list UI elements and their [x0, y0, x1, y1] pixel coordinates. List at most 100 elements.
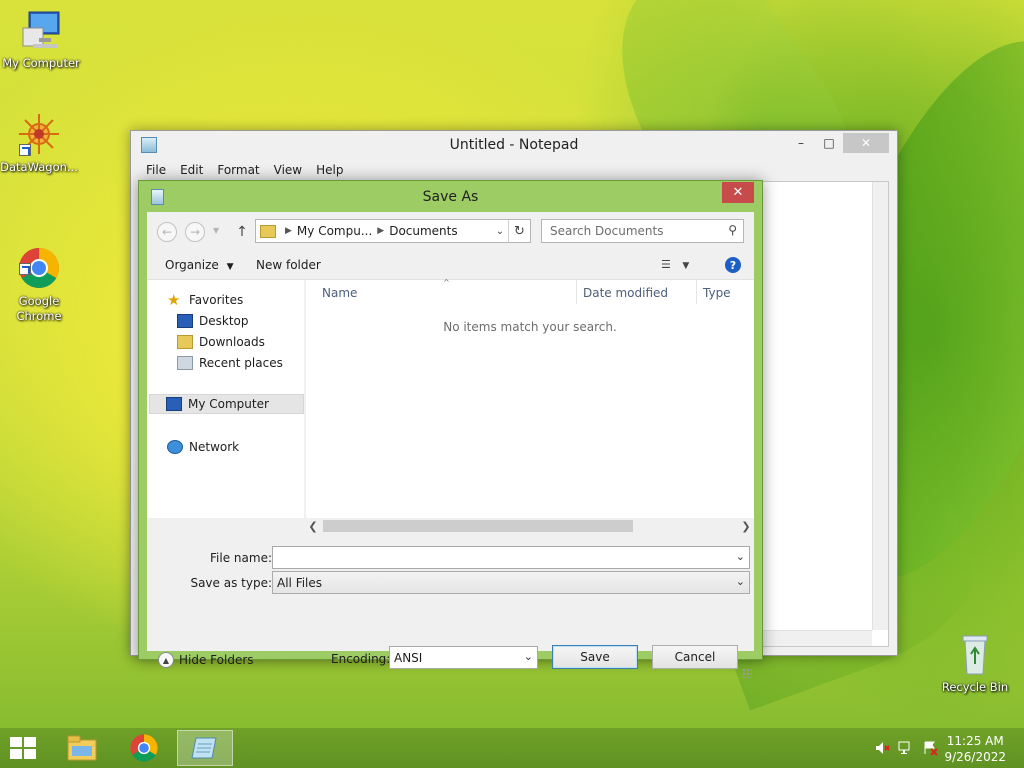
search-input[interactable]: Search Documents ⚲ [541, 219, 744, 243]
sort-indicator-icon: ^ [443, 278, 450, 287]
menu-format[interactable]: Format [210, 161, 266, 181]
hide-folders-label: Hide Folders [179, 653, 254, 667]
notepad-title-bar[interactable]: Untitled - Notepad – □ ✕ [131, 131, 897, 161]
nav-label: Network [189, 440, 240, 454]
recent-locations-button[interactable]: ▼ [213, 226, 219, 235]
file-list[interactable]: Name ^ Date modified Type No items match… [306, 278, 754, 530]
nav-recent-places[interactable]: Recent places [177, 353, 283, 373]
taskbar-notepad[interactable] [177, 730, 233, 766]
forward-button[interactable]: → [185, 222, 205, 242]
nav-favorites[interactable]: ★ Favorites [167, 290, 243, 310]
chevron-down-icon[interactable]: ⌄ [736, 550, 745, 563]
action-center-icon[interactable] [922, 740, 938, 759]
dialog-title-bar[interactable]: Save As ✕ [139, 181, 762, 212]
nav-desktop[interactable]: Desktop [177, 311, 249, 331]
dialog-close-button[interactable]: ✕ [722, 182, 754, 203]
volume-muted-icon[interactable] [874, 740, 890, 759]
desktop-icon-recycle-bin[interactable]: Recycle Bin [934, 632, 1016, 695]
desktop-icon-my-computer[interactable]: My Computer [0, 8, 82, 71]
start-button[interactable] [10, 737, 38, 761]
dialog-body: ← → ▼ ↑ ▶ My Compu... ▶ Documents ⌄ ↻ Se… [147, 212, 754, 678]
clock-time: 11:25 AM [946, 734, 1004, 748]
up-button[interactable]: ↑ [233, 222, 251, 242]
empty-message: No items match your search. [443, 320, 617, 334]
arrow-left-icon: ← [161, 225, 173, 239]
file-list-horizontal-scrollbar[interactable]: ❮ ❯ [147, 518, 754, 534]
close-button[interactable]: ✕ [843, 133, 889, 153]
windows-logo-icon [10, 737, 22, 747]
desktop-icon-label: Recycle Bin [941, 680, 1009, 694]
clock-date: 9/26/2022 [944, 750, 1006, 764]
nav-label: Favorites [189, 293, 244, 307]
shortcut-arrow-icon [19, 263, 31, 275]
notepad-vertical-scrollbar[interactable] [872, 182, 888, 630]
nav-my-computer[interactable]: My Computer [149, 394, 304, 414]
scroll-left-icon[interactable]: ❮ [305, 518, 321, 534]
desktop-icon-datawagon[interactable]: DataWagon... [0, 112, 80, 175]
breadcrumb-documents[interactable]: Documents [389, 224, 457, 238]
column-separator [576, 280, 577, 304]
column-header-name[interactable]: Name [322, 286, 357, 306]
menu-help[interactable]: Help [309, 161, 350, 181]
save-button[interactable]: Save [552, 645, 638, 669]
nav-network[interactable]: Network [167, 437, 239, 457]
chevron-down-icon: ⌄ [735, 575, 745, 588]
search-placeholder: Search Documents [550, 224, 664, 238]
desktop-icon-label: My Computer [2, 56, 80, 70]
notepad-menu-bar: File Edit Format View Help [131, 161, 897, 181]
nav-downloads[interactable]: Downloads [177, 332, 265, 352]
scrollbar-thumb[interactable] [323, 520, 633, 532]
chevron-down-icon: ▼ [682, 261, 690, 271]
file-name-input[interactable]: ⌄ [272, 546, 750, 569]
minimize-button[interactable]: – [787, 133, 815, 153]
nav-label: Desktop [199, 314, 249, 328]
menu-edit[interactable]: Edit [173, 161, 210, 181]
taskbar-chrome[interactable] [116, 730, 172, 766]
organize-label: Organize [165, 258, 219, 272]
notepad-icon [191, 737, 217, 759]
system-clock[interactable]: 11:25 AM 9/26/2022 [944, 733, 1006, 765]
change-view-button[interactable]: ☰ ▼ [661, 258, 689, 271]
datawagon-logo-icon [17, 112, 61, 156]
help-icon[interactable]: ? [725, 257, 741, 273]
menu-view[interactable]: View [267, 161, 309, 181]
notepad-title: Untitled - Notepad [449, 137, 579, 153]
save-as-type-value: All Files [277, 576, 323, 590]
scroll-right-icon[interactable]: ❯ [738, 518, 754, 534]
taskbar-file-explorer[interactable] [54, 730, 110, 766]
encoding-select[interactable]: ANSI ⌄ [389, 646, 538, 669]
shortcut-arrow-icon [19, 144, 31, 156]
cancel-button[interactable]: Cancel [652, 645, 738, 669]
dialog-toolbar: Organize ▼ New folder ☰ ▼ ? [147, 250, 754, 280]
menu-file[interactable]: File [139, 161, 173, 181]
save-as-type-row: Save as type: All Files ⌄ [147, 571, 754, 595]
new-folder-button[interactable]: New folder [256, 258, 321, 272]
chevron-down-icon[interactable]: ⌄ [492, 220, 508, 242]
taskbar: 11:25 AM 9/26/2022 [0, 728, 1024, 768]
desktop-icon-google-chrome[interactable]: Google Chrome [0, 216, 80, 339]
computer-icon [166, 397, 182, 411]
encoding-label: Encoding: [331, 652, 391, 666]
address-row: ← → ▼ ↑ ▶ My Compu... ▶ Documents ⌄ ↻ Se… [147, 212, 754, 250]
hide-folders-button[interactable]: ▲ Hide Folders [158, 652, 254, 668]
back-button[interactable]: ← [157, 222, 177, 242]
nav-label: Downloads [199, 335, 265, 349]
breadcrumb-my-computer[interactable]: My Compu... [297, 224, 372, 238]
save-as-type-label: Save as type: [190, 576, 272, 590]
dialog-title: Save As [422, 189, 479, 205]
column-separator [696, 280, 697, 304]
refresh-button[interactable]: ↻ [508, 220, 530, 242]
save-as-type-select[interactable]: All Files ⌄ [272, 571, 750, 594]
save-as-dialog: Save As ✕ ← → ▼ ↑ ▶ My Compu... ▶ Docume… [138, 180, 763, 678]
chevron-down-icon: ▼ [226, 262, 234, 272]
network-tray-icon[interactable] [898, 740, 916, 759]
organize-button[interactable]: Organize ▼ [165, 258, 234, 272]
column-header-type[interactable]: Type [703, 286, 731, 306]
maximize-button[interactable]: □ [815, 133, 843, 153]
navigation-pane: ★ Favorites Desktop Downloads Recent pla… [147, 280, 305, 530]
nav-label: My Computer [188, 397, 269, 411]
address-bar[interactable]: ▶ My Compu... ▶ Documents ⌄ ↻ [255, 219, 531, 243]
column-header-date-modified[interactable]: Date modified [583, 286, 668, 306]
chevron-down-icon: ⌄ [523, 650, 533, 663]
resize-grip[interactable] [742, 668, 752, 678]
